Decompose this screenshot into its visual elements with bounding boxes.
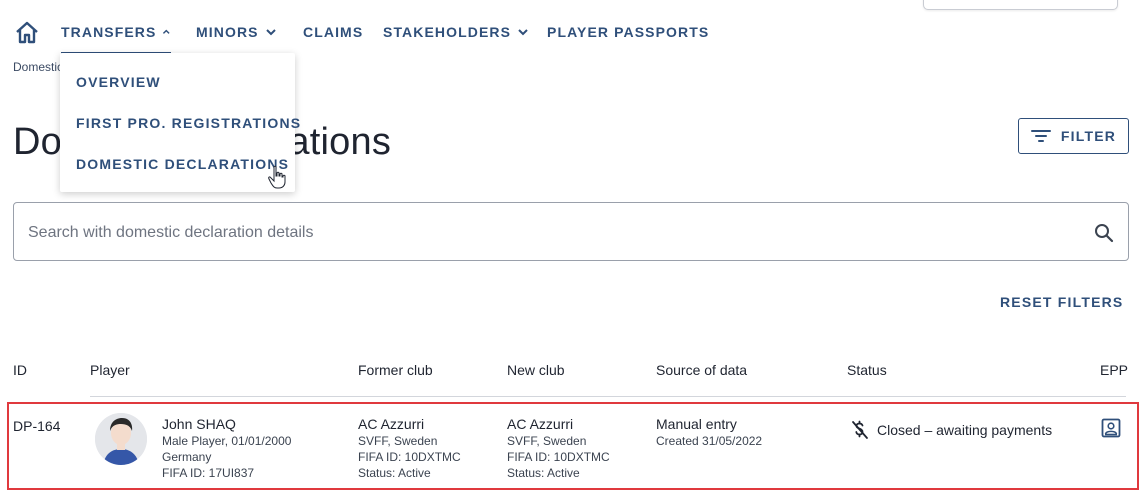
- header-divider: [90, 396, 1126, 397]
- breadcrumb[interactable]: Domestic: [13, 60, 63, 74]
- main-navigation: TRANSFERS MINORS CLAIMS STAKEHOLDERS PLA…: [0, 0, 1146, 54]
- player-country: Germany: [162, 450, 212, 464]
- source-name: Manual entry: [656, 416, 737, 432]
- source-created: Created 31/05/2022: [656, 434, 763, 448]
- column-header-player: Player: [90, 362, 130, 378]
- new-club-federation: SVFF, Sweden: [507, 434, 587, 448]
- search-input[interactable]: [28, 221, 1068, 245]
- no-payment-icon: [852, 420, 868, 439]
- source-cell: Manual entry Created 31/05/2022: [656, 415, 762, 449]
- home-icon[interactable]: [14, 20, 40, 46]
- chevron-down-icon: [518, 29, 528, 36]
- hand-cursor-icon: [268, 165, 286, 189]
- former-club-fifa-id: FIFA ID: 10DXTMC: [358, 450, 461, 464]
- menu-item-overview[interactable]: OVERVIEW: [76, 74, 161, 90]
- player-avatar: [95, 413, 147, 465]
- status-cell: Closed – awaiting payments: [851, 420, 1052, 440]
- filter-icon: [1030, 130, 1051, 142]
- reset-filters-button[interactable]: RESET FILTERS: [1000, 294, 1123, 310]
- player-name[interactable]: John SHAQ: [162, 415, 291, 433]
- former-club-federation: SVFF, Sweden: [358, 434, 438, 448]
- search-box: [13, 202, 1129, 261]
- column-header-former-club: Former club: [358, 362, 433, 378]
- column-header-status: Status: [847, 362, 887, 378]
- player-detail: Male Player, 01/01/2000: [162, 434, 292, 448]
- nav-stakeholders-label: STAKEHOLDERS: [383, 24, 512, 40]
- column-header-new-club: New club: [507, 362, 565, 378]
- status-text: Closed – awaiting payments: [877, 422, 1053, 438]
- search-icon[interactable]: [1094, 223, 1114, 243]
- transfers-dropdown-menu: OVERVIEW FIRST PRO. REGISTRATIONS DOMEST…: [60, 53, 300, 192]
- menu-item-first-pro-registrations[interactable]: FIRST PRO. REGISTRATIONS: [76, 115, 301, 131]
- new-club-cell: AC Azzurri SVFF, Sweden FIFA ID: 10DXTMC…: [507, 415, 610, 481]
- player-fifa-id: FIFA ID: 17UI837: [162, 466, 255, 480]
- player-passport-icon[interactable]: [1101, 418, 1121, 438]
- column-header-id: ID: [13, 362, 27, 378]
- filter-button-label: FILTER: [1060, 128, 1117, 144]
- nav-transfers[interactable]: TRANSFERS: [61, 24, 171, 54]
- nav-claims-label: CLAIMS: [303, 24, 364, 40]
- former-club-status: Status: Active: [358, 466, 431, 480]
- new-club-name[interactable]: AC Azzurri: [507, 415, 610, 433]
- new-club-fifa-id: FIFA ID: 10DXTMC: [507, 450, 610, 464]
- filter-button[interactable]: FILTER: [1018, 118, 1129, 154]
- player-cell: John SHAQ Male Player, 01/01/2000 German…: [162, 415, 291, 481]
- nav-minors-label: MINORS: [196, 24, 259, 40]
- new-club-status: Status: Active: [507, 466, 580, 480]
- column-header-epp: EPP: [1100, 362, 1129, 378]
- nav-player-passports-label: PLAYER PASSPORTS: [547, 24, 710, 40]
- menu-item-domestic-declarations[interactable]: DOMESTIC DECLARATIONS: [76, 156, 289, 172]
- nav-player-passports[interactable]: PLAYER PASSPORTS: [547, 24, 709, 54]
- column-header-source: Source of data: [656, 362, 748, 378]
- player-photo-icon: [95, 413, 147, 465]
- nav-transfers-label: TRANSFERS: [61, 24, 157, 40]
- nav-stakeholders[interactable]: STAKEHOLDERS: [383, 24, 529, 54]
- nav-claims[interactable]: CLAIMS: [303, 24, 363, 54]
- former-club-cell: AC Azzurri SVFF, Sweden FIFA ID: 10DXTMC…: [358, 415, 461, 481]
- row-id: DP-164: [13, 418, 61, 434]
- nav-minors[interactable]: MINORS: [196, 24, 277, 54]
- chevron-down-icon: [265, 29, 276, 36]
- former-club-name[interactable]: AC Azzurri: [358, 415, 461, 433]
- chevron-up-icon: [163, 29, 171, 34]
- table-row[interactable]: DP-164 John SHAQ Male Player, 01/01/2000…: [7, 402, 1139, 490]
